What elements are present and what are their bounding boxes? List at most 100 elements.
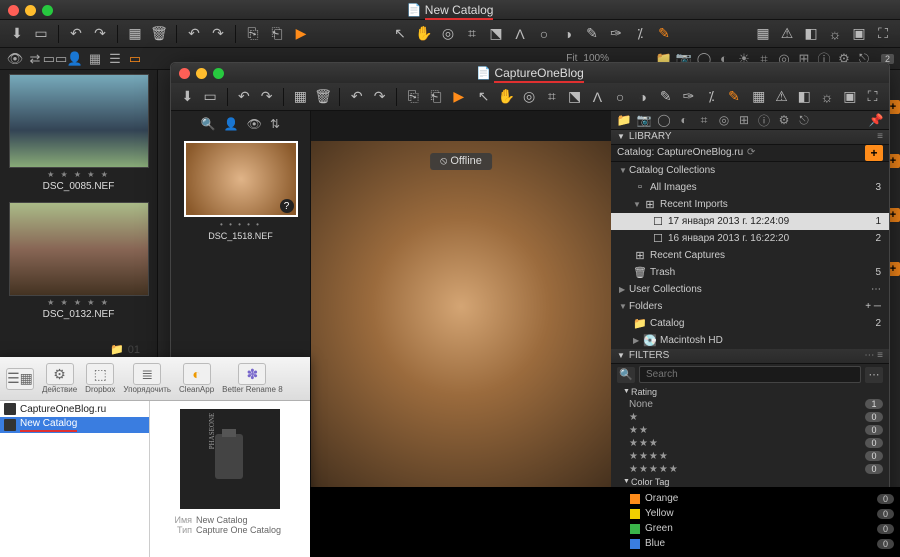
catalog-collections-node[interactable]: ▼Catalog Collections [611,162,889,179]
eyedropper-icon[interactable]: ✑ [605,23,627,45]
copy-adj-icon[interactable]: ⎘ [403,86,424,108]
trash-icon[interactable]: 🗑 [313,86,334,108]
thumb-item[interactable]: ★ ★ ★ ★ ★ DSC_0132.NEF [0,202,157,326]
wb-picker-icon[interactable]: ⁒ [701,86,722,108]
menu-icon[interactable]: ≡ [877,131,883,142]
process-icon[interactable]: ▶ [290,23,312,45]
trash-icon[interactable]: 🗑 [148,23,170,45]
rating-stars[interactable]: ★ ★ ★ ★ ★ [0,298,157,307]
arrange-button[interactable]: ≣Упорядочить [123,363,171,394]
all-images-node[interactable]: ▫All Images3 [611,179,889,196]
keystone-icon[interactable]: Λ [509,23,531,45]
capture-tab-icon[interactable]: 📷 [635,111,653,129]
keystone-icon[interactable]: Λ [587,86,608,108]
fullscreen-icon[interactable]: ⛶ [872,23,894,45]
details-tab-icon[interactable]: ◎ [715,111,733,129]
rotate-cw-icon[interactable]: ↷ [256,86,277,108]
batch-tab-icon[interactable]: ⎋ [795,111,813,129]
refresh-icon[interactable]: ⟳ [743,147,759,158]
tag-green[interactable]: Green0 [630,521,900,536]
brush-icon[interactable]: ✎ [581,23,603,45]
cursor-icon[interactable]: ↖ [473,86,494,108]
rating-none[interactable]: None1 [611,398,889,411]
rating-2[interactable]: ★★0 [611,424,889,437]
rotate-ccw-icon[interactable]: ↶ [65,23,87,45]
overlay-icon[interactable]: ◧ [794,86,815,108]
mask-icon[interactable]: ◑ [557,23,579,45]
pin-icon[interactable]: 📌 [867,111,885,129]
tether-icon[interactable]: ▭ [30,23,52,45]
import-session-node[interactable]: ☐17 января 2013 г. 12:24:091 [611,213,889,230]
crop-tab-icon[interactable]: ⌗ [695,111,713,129]
rating-group[interactable]: ▼Rating [611,386,889,398]
search-small-icon[interactable]: 🔍 [201,117,216,131]
front-thumb[interactable]: ? • • • • • DSC_1518.NEF [184,141,298,241]
user-collections-node[interactable]: ▶User Collections⋯ [611,281,889,298]
tag-orange[interactable]: Orange0 [630,491,900,506]
rotate-ccw-icon[interactable]: ↶ [233,86,254,108]
grid-icon[interactable]: ▦ [752,23,774,45]
menu-icon[interactable]: ⋯ ≡ [864,350,883,361]
focus-icon[interactable]: ▣ [839,86,860,108]
minimize-icon[interactable] [25,5,36,16]
spot-icon[interactable]: ○ [533,23,555,45]
close-icon[interactable] [179,68,190,79]
pen-icon[interactable]: ✎ [724,86,745,108]
loupe-icon[interactable]: ◎ [437,23,459,45]
import-icon[interactable]: ⬇ [177,86,198,108]
zoom-icon[interactable] [213,68,224,79]
view-mode-button[interactable]: ☰▦ [6,368,34,390]
batch-icon[interactable]: ▦ [290,86,311,108]
recent-captures-node[interactable]: ⊞Recent Captures [611,247,889,264]
cursor-icon[interactable]: ↖ [389,23,411,45]
sort-small-icon[interactable]: ⇅ [270,117,280,131]
fullscreen-icon[interactable]: ⛶ [862,86,883,108]
view-film-icon[interactable]: ▭ [126,50,144,68]
import-session-node[interactable]: ☐16 января 2013 г. 16:22:202 [611,230,889,247]
hand-icon[interactable]: ✋ [496,86,517,108]
rating-5[interactable]: ★★★★★0 [611,463,889,476]
rating-1[interactable]: ★0 [611,411,889,424]
crop-icon[interactable]: ⌗ [461,23,483,45]
add-catalog-button[interactable]: + [865,145,883,161]
close-icon[interactable] [8,5,19,16]
hand-icon[interactable]: ✋ [413,23,435,45]
pen-icon[interactable]: ✎ [653,23,675,45]
tag-yellow[interactable]: Yellow0 [630,506,900,521]
user-small-icon[interactable]: 👤 [224,117,239,131]
cleanapp-button[interactable]: ◐CleanApp [179,363,214,394]
view-list-icon[interactable]: ☰ [106,50,124,68]
search-icon[interactable]: 🔍 [617,367,635,383]
user-icon[interactable]: 👤 [66,50,84,68]
lens-tab-icon[interactable]: ◯ [655,111,673,129]
rotate-cw-icon[interactable]: ↷ [89,23,111,45]
tag-blue[interactable]: Blue0 [630,536,900,551]
proof-icon[interactable]: ☼ [824,23,846,45]
folders-node[interactable]: ▼Folders+ ─ [611,298,889,315]
filters-section-head[interactable]: ▼ FILTERS ⋯ ≡ [611,349,889,364]
grid-icon[interactable]: ▦ [748,86,769,108]
mask-icon[interactable]: ◑ [633,86,654,108]
action-button[interactable]: ⚙Действие [42,363,77,394]
import-icon[interactable]: ⬇ [6,23,28,45]
overlay-icon[interactable]: ◧ [800,23,822,45]
process-icon[interactable]: ▶ [448,86,469,108]
warning-icon[interactable]: ⚠ [776,23,798,45]
paste-adj-icon[interactable]: ⎗ [426,86,447,108]
recent-imports-node[interactable]: ▼⊞Recent Imports [611,196,889,213]
library-tab-icon[interactable]: 📁 [615,111,633,129]
rating-4[interactable]: ★★★★0 [611,450,889,463]
view-grid-icon[interactable]: ▦ [86,50,104,68]
rating-stars[interactable]: ★ ★ ★ ★ ★ [0,170,157,179]
spot-icon[interactable]: ○ [610,86,631,108]
crop-icon[interactable]: ⌗ [541,86,562,108]
trash-node[interactable]: 🗑Trash5 [611,264,889,281]
eyedropper-icon[interactable]: ✑ [678,86,699,108]
warning-icon[interactable]: ⚠ [771,86,792,108]
dropbox-button[interactable]: ⬚Dropbox [85,363,115,394]
brush-icon[interactable]: ✎ [655,86,676,108]
eye-small-icon[interactable]: 👁 [247,117,262,131]
tether-icon[interactable]: ▭ [200,86,221,108]
compare-icon[interactable]: ⇄ [26,50,44,68]
undo-icon[interactable]: ↶ [183,23,205,45]
